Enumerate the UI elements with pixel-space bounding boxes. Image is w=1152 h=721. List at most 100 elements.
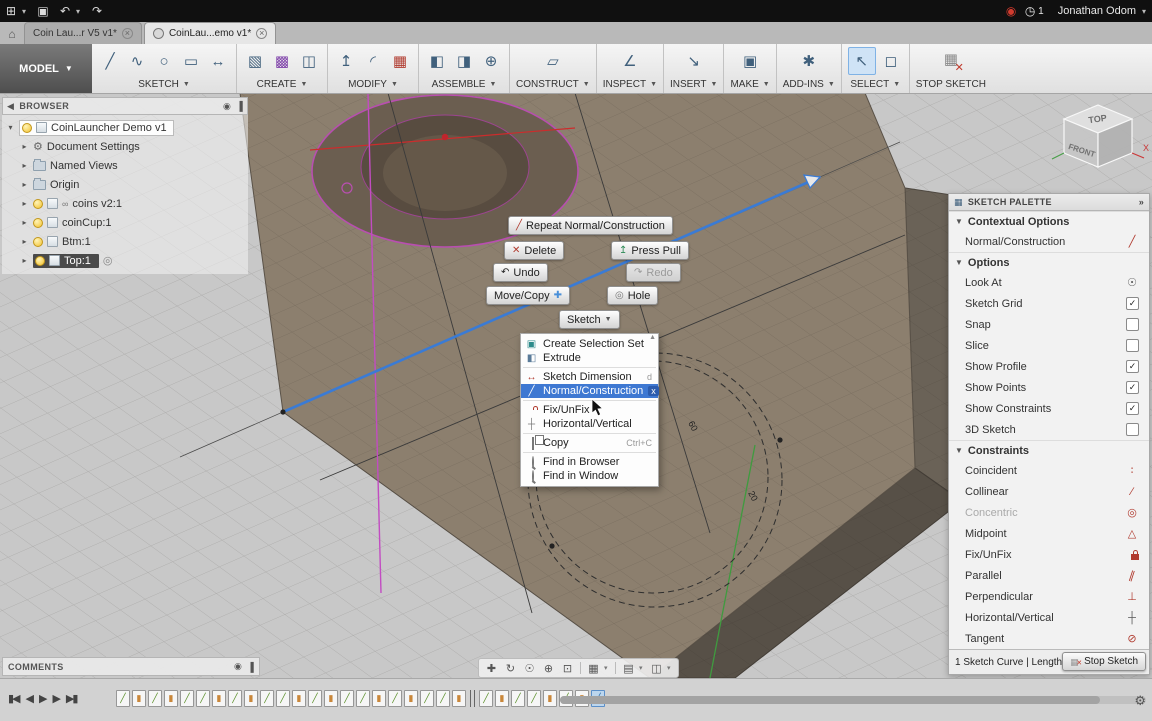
parallel-icon[interactable]: ∥ bbox=[1123, 567, 1140, 584]
expand-icon[interactable]: ▸ bbox=[20, 180, 29, 189]
palette-row-concentric[interactable]: Concentric ◎ bbox=[949, 502, 1149, 523]
palette-row-show-profile[interactable]: Show Profile bbox=[949, 356, 1149, 377]
timeline-feature[interactable] bbox=[148, 690, 162, 707]
make-group-dropdown[interactable]: MAKE▼ bbox=[730, 79, 769, 90]
tree-row-top-selected[interactable]: ▸ Top:1 ◎ bbox=[2, 251, 248, 270]
grid-settings-icon[interactable]: ▤ bbox=[620, 662, 637, 675]
workspace-selector[interactable]: MODEL ▼ bbox=[0, 44, 92, 93]
document-tab-1[interactable]: Coin Lau...r V5 v1* × bbox=[24, 22, 142, 44]
hole-button[interactable]: ◎ Hole bbox=[607, 286, 658, 305]
menu-item-create-selection-set[interactable]: ▣ Create Selection Set bbox=[521, 337, 658, 351]
show-constraints-checkbox[interactable] bbox=[1126, 402, 1139, 415]
menu-item-fix-unfix[interactable]: Fix/UnFix bbox=[521, 403, 658, 417]
menu-item-find-in-browser[interactable]: Find in Browser bbox=[521, 455, 658, 469]
timeline-feature[interactable] bbox=[308, 690, 322, 707]
visibility-bulb-icon[interactable] bbox=[22, 123, 32, 133]
timeline-feature[interactable] bbox=[132, 690, 146, 707]
notifications-clock-icon[interactable]: ◷ bbox=[1022, 4, 1038, 18]
undo-button[interactable]: ↶ Undo bbox=[493, 263, 548, 282]
palette-row-collinear[interactable]: Collinear ∕ bbox=[949, 481, 1149, 502]
fix-unfix-lock-icon[interactable] bbox=[1131, 554, 1139, 560]
timeline-feature[interactable] bbox=[543, 690, 557, 707]
palette-row-parallel[interactable]: Parallel ∥ bbox=[949, 565, 1149, 586]
comments-dock-icon[interactable]: ▐ bbox=[247, 662, 254, 672]
redo-button[interactable]: ↷ Redo bbox=[626, 263, 681, 282]
palette-row-perpendicular[interactable]: Perpendicular ⊥ bbox=[949, 586, 1149, 607]
palette-row-coincident[interactable]: Coincident ∶ bbox=[949, 460, 1149, 481]
make-icon[interactable]: ▣ bbox=[738, 49, 762, 73]
sketch-spline-icon[interactable]: ∿ bbox=[125, 49, 149, 73]
record-icon[interactable]: ◉ bbox=[1000, 4, 1022, 18]
timeline-go-to-start-button[interactable]: ▮◀ bbox=[8, 692, 19, 705]
sketch-dimension-icon[interactable]: ↔ bbox=[206, 49, 230, 73]
timeline-feature[interactable] bbox=[340, 690, 354, 707]
section-options[interactable]: ▼ Options bbox=[949, 252, 1149, 272]
palette-row-fix-unfix[interactable]: Fix/UnFix bbox=[949, 544, 1149, 565]
timeline-feature[interactable] bbox=[244, 690, 258, 707]
timeline-feature[interactable] bbox=[260, 690, 274, 707]
assemble-component-icon[interactable]: ◧ bbox=[425, 49, 449, 73]
tree-row-root[interactable]: ▾ CoinLauncher Demo v1 bbox=[2, 118, 248, 137]
comments-display-icon[interactable]: ◉ bbox=[234, 661, 242, 672]
display-settings-caret-icon[interactable]: ▾ bbox=[604, 664, 611, 672]
repeat-last-command-button[interactable]: ╱ Repeat Normal/Construction bbox=[508, 216, 673, 235]
tree-row-named-views[interactable]: ▸ Named Views bbox=[2, 156, 248, 175]
menu-item-copy[interactable]: Copy Ctrl+C bbox=[521, 436, 658, 450]
viewports-icon[interactable]: ◫ bbox=[648, 662, 665, 675]
menu-item-extrude[interactable]: ◧ Extrude bbox=[521, 351, 658, 365]
timeline-feature[interactable] bbox=[116, 690, 130, 707]
stop-sketch-button[interactable]: STOP SKETCH bbox=[916, 79, 986, 90]
timeline-scrollbar[interactable] bbox=[560, 696, 1146, 704]
timeline-step-back-button[interactable]: ◀ bbox=[26, 692, 32, 705]
browser-collapse-icon[interactable]: ◀ bbox=[7, 101, 14, 112]
timeline-feature[interactable] bbox=[372, 690, 386, 707]
comments-panel[interactable]: COMMENTS ◉ ▐ bbox=[2, 657, 260, 676]
palette-row-look-at[interactable]: Look At ☉ bbox=[949, 272, 1149, 293]
create-cylinder-icon[interactable]: ◫ bbox=[297, 49, 321, 73]
timeline-feature[interactable] bbox=[436, 690, 450, 707]
section-contextual-options[interactable]: ▼ Contextual Options bbox=[949, 211, 1149, 231]
3d-sketch-checkbox[interactable] bbox=[1126, 423, 1139, 436]
sketch-line-icon[interactable]: ╱ bbox=[98, 49, 122, 73]
addins-icon[interactable]: ✱ bbox=[797, 49, 821, 73]
timeline-scrollbar-thumb[interactable] bbox=[560, 696, 1100, 704]
palette-row-horizontal-vertical[interactable]: Horizontal/Vertical ┼ bbox=[949, 607, 1149, 628]
fit-icon[interactable]: ⊡ bbox=[559, 662, 576, 675]
create-group-dropdown[interactable]: CREATE▼ bbox=[257, 79, 308, 90]
viewports-caret-icon[interactable]: ▾ bbox=[667, 664, 674, 672]
assemble-group-dropdown[interactable]: ASSEMBLE▼ bbox=[432, 79, 497, 90]
press-pull-button[interactable]: ↥ Press Pull bbox=[611, 241, 689, 260]
tree-row-coincup[interactable]: ▸ coinCup:1 bbox=[2, 213, 248, 232]
expand-icon[interactable]: ▸ bbox=[20, 142, 29, 151]
pan-icon[interactable]: ✚ bbox=[483, 662, 500, 675]
expand-icon[interactable]: ▸ bbox=[20, 256, 29, 265]
sketch-circle-icon[interactable]: ○ bbox=[152, 49, 176, 73]
orbit-icon[interactable]: ↻ bbox=[502, 662, 519, 675]
sketch-grid-checkbox[interactable] bbox=[1126, 297, 1139, 310]
construct-group-dropdown[interactable]: CONSTRUCT▼ bbox=[516, 79, 590, 90]
select-cursor-icon[interactable]: ↖ bbox=[848, 47, 876, 75]
sketch-point-1[interactable] bbox=[549, 543, 554, 548]
timeline-go-to-end-button[interactable]: ▶▮ bbox=[66, 692, 77, 705]
tree-row-btm[interactable]: ▸ Btm:1 bbox=[2, 232, 248, 251]
origin-point[interactable] bbox=[442, 134, 448, 140]
snap-checkbox[interactable] bbox=[1126, 318, 1139, 331]
coin-cup-floor[interactable] bbox=[383, 135, 507, 211]
create-box-icon[interactable]: ▧ bbox=[243, 49, 267, 73]
visibility-bulb-icon[interactable] bbox=[33, 199, 43, 209]
user-menu-caret-icon[interactable]: ▾ bbox=[1142, 7, 1152, 16]
delete-button[interactable]: ✕ Delete bbox=[504, 241, 564, 260]
stop-sketch-icon[interactable]: ▦ bbox=[940, 50, 962, 72]
horizontal-vertical-icon[interactable]: ┼ bbox=[1125, 612, 1139, 624]
construct-plane-icon[interactable]: ▱ bbox=[541, 49, 565, 73]
coincident-icon[interactable]: ∶ bbox=[1125, 464, 1139, 477]
document-tab-2[interactable]: CoinLau...emo v1* × bbox=[144, 22, 276, 44]
timeline-feature[interactable] bbox=[196, 690, 210, 707]
palette-row-sketch-grid[interactable]: Sketch Grid bbox=[949, 293, 1149, 314]
show-points-checkbox[interactable] bbox=[1126, 381, 1139, 394]
modify-parameters-icon[interactable]: ▦ bbox=[388, 49, 412, 73]
palette-row-show-points[interactable]: Show Points bbox=[949, 377, 1149, 398]
timeline-feature[interactable] bbox=[276, 690, 290, 707]
timeline-feature[interactable] bbox=[420, 690, 434, 707]
sketch-point-3[interactable] bbox=[280, 409, 285, 414]
